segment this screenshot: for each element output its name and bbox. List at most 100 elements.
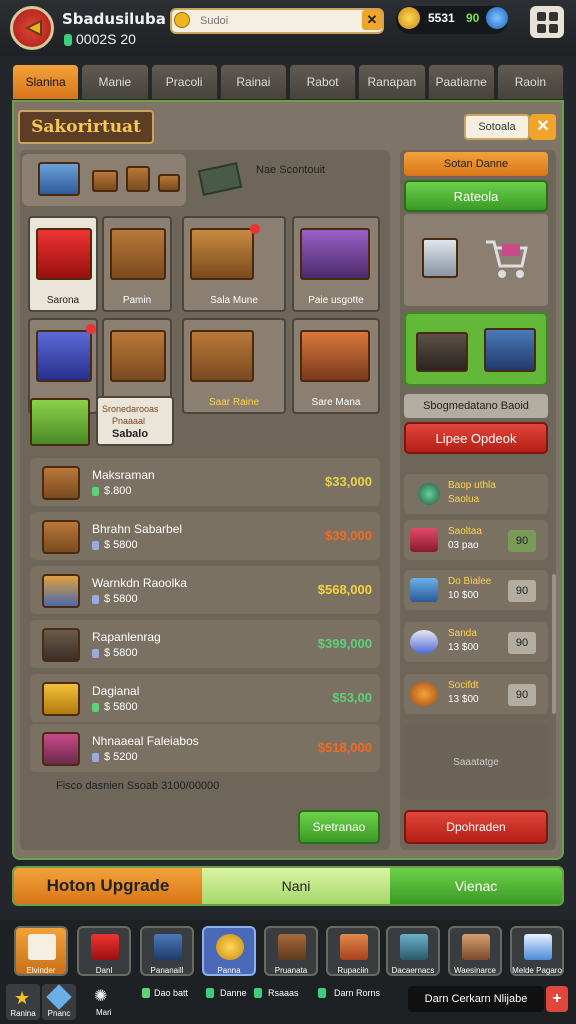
clear-search-button[interactable]: ✕: [362, 10, 382, 30]
upgrade-option-right[interactable]: Vienac: [390, 868, 562, 904]
tab-slanina[interactable]: Slanina: [12, 64, 80, 100]
upgrade-all-button[interactable]: Dpohraden: [404, 810, 548, 844]
list-item[interactable]: Dagianal $ 5800 $53,00: [30, 674, 380, 722]
book-icon: [154, 934, 182, 960]
dock-slot[interactable]: Elvinder: [14, 926, 68, 976]
tab-paatiarne[interactable]: Paatiarne: [427, 64, 495, 100]
sidebar-scrollbar[interactable]: [552, 574, 556, 714]
resource-label: Danne: [220, 988, 247, 998]
tab-ranapan[interactable]: Ranapan: [358, 64, 426, 100]
item-name: Maksraman: [92, 468, 155, 482]
sidebar-item-value: 13 $00: [448, 642, 479, 653]
upgrade-option-mid[interactable]: Nani: [202, 868, 390, 904]
gem-icon: [92, 649, 99, 658]
footnote: Fisco dasnien Ssoab 3100/00000: [56, 780, 220, 792]
dock-label: Rupaciin: [337, 966, 369, 975]
dock-slot[interactable]: Pruanata: [264, 926, 318, 976]
orb-icon: [410, 682, 438, 706]
player-id: 0002S 20: [76, 31, 136, 47]
tile-label: Pamin: [122, 295, 152, 306]
list-item[interactable]: Warnkdn Raoolka $ 5800 $568,000: [30, 566, 380, 614]
tile-label: Sarona: [46, 295, 80, 306]
star-icon: ★: [14, 988, 31, 1008]
market-stall-icon: [190, 228, 254, 280]
menu-grid-button[interactable]: [530, 6, 564, 38]
chest-icon: [42, 520, 80, 554]
list-item[interactable]: Nhnaaeal Faleiabos $ 5200 $518,000: [30, 724, 380, 772]
dock-slot[interactable]: Waesinarce: [448, 926, 502, 976]
dock-slot[interactable]: Melde Pagaro: [510, 926, 564, 976]
tab-raoin[interactable]: Raoin: [496, 64, 564, 100]
sidebar-item-qty[interactable]: 90: [508, 530, 536, 552]
promo-tile[interactable]: Sronedarooas Pnaaaal Sabalo: [96, 396, 174, 446]
dock-label: Dacaernacs: [391, 966, 435, 975]
list-item[interactable]: Rapanlenrag $ 5800 $399,000: [30, 620, 380, 668]
bird-icon: [46, 984, 72, 1010]
mini-slot[interactable]: ★ Ranina: [6, 984, 40, 1020]
crate-icon: [110, 228, 166, 280]
list-item[interactable]: Maksraman $.800 $33,000: [30, 458, 380, 506]
promo-line: Sronedarooas: [102, 404, 159, 414]
dock-slot[interactable]: Dacaernacs: [386, 926, 440, 976]
sidebar-item[interactable]: Sanda 13 $00 90: [404, 622, 548, 662]
item-price: $ 5800: [104, 701, 138, 713]
shop-tile[interactable]: Sare Mana: [292, 318, 380, 414]
preview-area: [404, 214, 548, 306]
sidebar-green-button[interactable]: Rateola: [404, 180, 548, 212]
tab-manie[interactable]: Manie: [81, 64, 149, 100]
selected-upgrade[interactable]: [404, 312, 548, 386]
search-box[interactable]: [170, 8, 384, 34]
upgrade-bar: Hoton Upgrade Nani Vienac: [12, 866, 564, 906]
shop-tile[interactable]: Pamin: [102, 216, 172, 312]
shop-front-icon[interactable]: [30, 398, 90, 446]
dock-label: Elvinder: [26, 966, 56, 975]
shop-tile[interactable]: Sala Mune: [182, 216, 286, 312]
category-strip[interactable]: [22, 154, 186, 206]
tile-label: Paie usgotte: [308, 295, 364, 306]
gem-icon: [92, 703, 99, 712]
dock-slot[interactable]: Panna: [202, 926, 256, 976]
shop-icon: [462, 934, 490, 960]
dock-label: Waesinarce: [454, 966, 496, 975]
globe-icon[interactable]: [486, 7, 508, 29]
dock-slot[interactable]: Pananaill: [140, 926, 194, 976]
sidebar-item-qty[interactable]: 90: [508, 580, 536, 602]
filter-dropdown[interactable]: Sotoala: [464, 114, 530, 140]
shop-icon: [484, 328, 536, 372]
search-input[interactable]: [200, 13, 350, 29]
list-item[interactable]: Bhrahn Sabarbel $ 5800 $39,000: [30, 512, 380, 560]
resource-label: Rsaaas: [268, 988, 299, 998]
mini-slot[interactable]: Pnanc: [42, 984, 76, 1020]
dock-label: Melde Pagaro: [512, 966, 562, 975]
tab-rabot[interactable]: Rabot: [289, 64, 357, 100]
close-button[interactable]: ✕: [530, 114, 556, 140]
sidebar-item-qty[interactable]: 90: [508, 632, 536, 654]
dock-slot[interactable]: Rupaciin: [326, 926, 380, 976]
chat-button[interactable]: Darn Cerkarn Nlijabe: [408, 986, 544, 1012]
sidebar-item[interactable]: Do Bialee 10 $00 90: [404, 570, 548, 610]
item-name: Dagianal: [92, 684, 140, 698]
shop-tile[interactable]: Sarona: [28, 216, 98, 312]
settings-icon[interactable]: ✺: [94, 986, 107, 1006]
shop-tile[interactable]: Paie usgotte: [292, 216, 380, 312]
crate-icon: [92, 170, 118, 192]
shop-tile[interactable]: Saar Raine: [182, 318, 286, 414]
sidebar-item-name: Do Bialee: [448, 576, 492, 587]
back-button[interactable]: [10, 6, 54, 50]
sidebar-item-qty[interactable]: 90: [508, 684, 536, 706]
tab-pracoli[interactable]: Pracoli: [150, 64, 218, 100]
add-button[interactable]: +: [546, 986, 568, 1012]
dock-slot[interactable]: Danl: [77, 926, 131, 976]
tab-rainai[interactable]: Rainai: [219, 64, 287, 100]
warehouse-icon: [36, 330, 92, 382]
sidebar-item[interactable]: Baop uthla Saolua: [404, 474, 548, 514]
sidebar-item[interactable]: Saoltaa 03 pao 90: [404, 520, 548, 560]
tile-label: Sare Mana: [311, 397, 361, 408]
confirm-button[interactable]: Sretranao: [298, 810, 380, 844]
coin-icon: [174, 12, 190, 28]
sidebar-item[interactable]: Socifdt 13 $00 90: [404, 674, 548, 714]
shopping-cart-icon: [484, 236, 530, 280]
item-price: $ 5800: [104, 647, 138, 659]
cart-icon: [42, 574, 80, 608]
upgrade-button[interactable]: Lipee Opdeok: [404, 422, 548, 454]
